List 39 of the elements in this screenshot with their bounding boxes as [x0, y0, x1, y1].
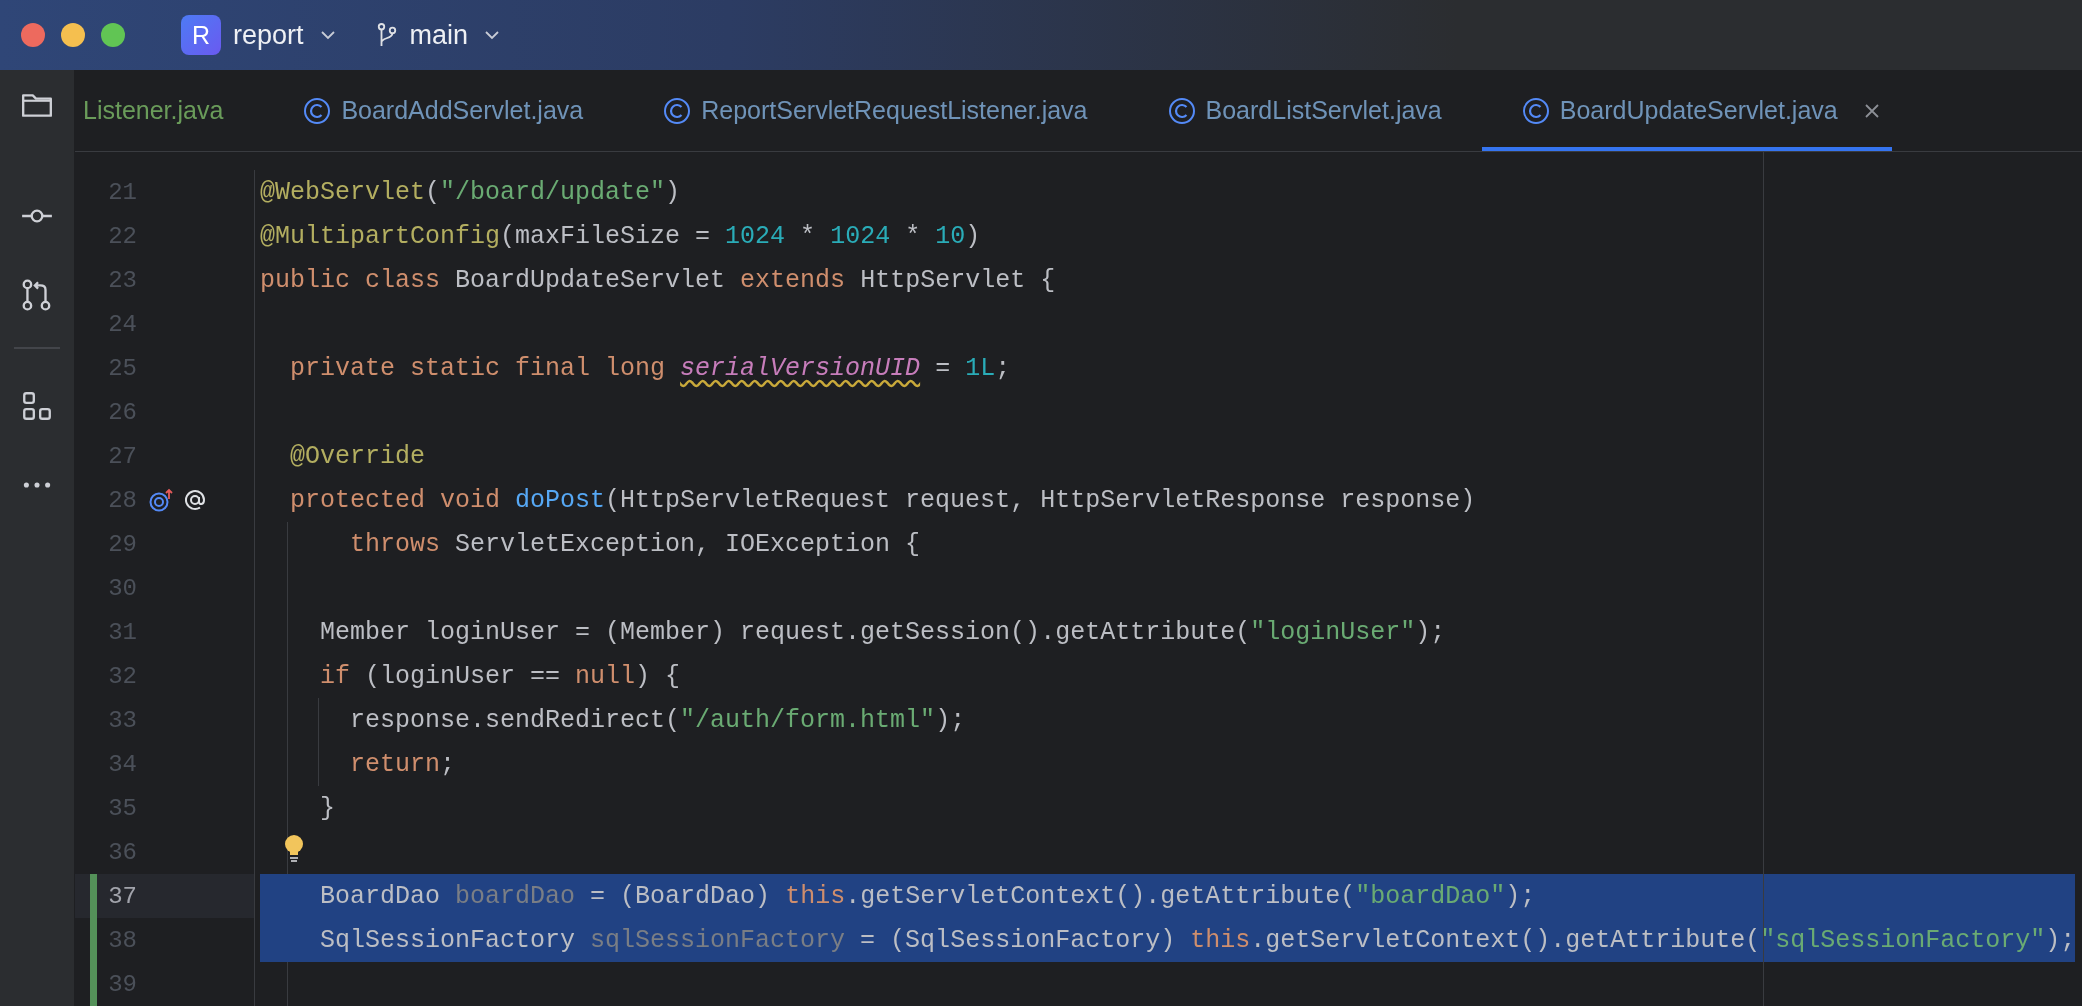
branch-icon	[375, 21, 398, 49]
code-line: response.sendRedirect("/auth/form.html");	[349, 705, 966, 735]
caret-icon	[319, 30, 336, 40]
branch-selector[interactable]: main	[375, 19, 501, 51]
overrides-icon[interactable]	[148, 487, 174, 513]
close-window-button[interactable]	[21, 23, 45, 47]
class-icon	[1521, 96, 1550, 125]
structure-icon[interactable]	[20, 389, 54, 423]
zoom-window-button[interactable]	[101, 23, 125, 47]
code-line: BoardDao boardDao = (BoardDao) this.getServletContext().getAttribute("boardDao");	[319, 881, 1536, 911]
editor-tab[interactable]: BoardUpdateServlet.java	[1481, 70, 1892, 151]
editor-tab[interactable]: BoardListServlet.java	[1127, 70, 1482, 151]
code-line: public class BoardUpdateServlet extends HttpServlet {	[260, 265, 1056, 295]
editor-tab[interactable]: BoardAddServlet.java	[263, 70, 624, 151]
line-number: 37	[107, 882, 137, 910]
code-line: Member loginUser = (Member) request.getSession().getAttribute("loginUser");	[319, 617, 1446, 647]
code-line: SqlSessionFactory sqlSessionFactory = (SqlSessionFactory) this.getServletContext().getAttribute("sqlSessionFactory");	[319, 925, 2076, 955]
project-badge: R	[181, 15, 221, 55]
change-marker[interactable]	[90, 962, 97, 1006]
code-line: @WebServlet("/board/update")	[260, 177, 681, 207]
code-line: return;	[349, 749, 456, 779]
code-line: if (loginUser == null) {	[319, 661, 681, 691]
class-icon	[663, 96, 692, 125]
minimize-window-button[interactable]	[61, 23, 85, 47]
caret-icon	[484, 30, 501, 40]
code-line: throws ServletException, IOException {	[349, 529, 921, 559]
change-marker[interactable]	[90, 874, 97, 918]
at-sign-icon[interactable]	[182, 487, 208, 513]
class-icon	[1167, 96, 1196, 125]
code-line: @MultipartConfig(maxFileSize = 1024 * 1024 * 10)	[260, 221, 981, 251]
code-line: protected void doPost(HttpServletRequest request, HttpServletResponse response)	[289, 485, 1476, 515]
project-selector[interactable]: R report	[181, 15, 336, 55]
code-line: @Override	[289, 441, 426, 471]
lightbulb-icon[interactable]	[284, 834, 304, 864]
code-line: private static final long serialVersionUID = 1L;	[289, 353, 1011, 383]
editor-tab[interactable]: Listener.java	[75, 70, 264, 151]
class-icon	[303, 96, 332, 125]
code-line: }	[319, 793, 335, 823]
editor-tab[interactable]: ReportServletRequestListener.java	[623, 70, 1128, 151]
